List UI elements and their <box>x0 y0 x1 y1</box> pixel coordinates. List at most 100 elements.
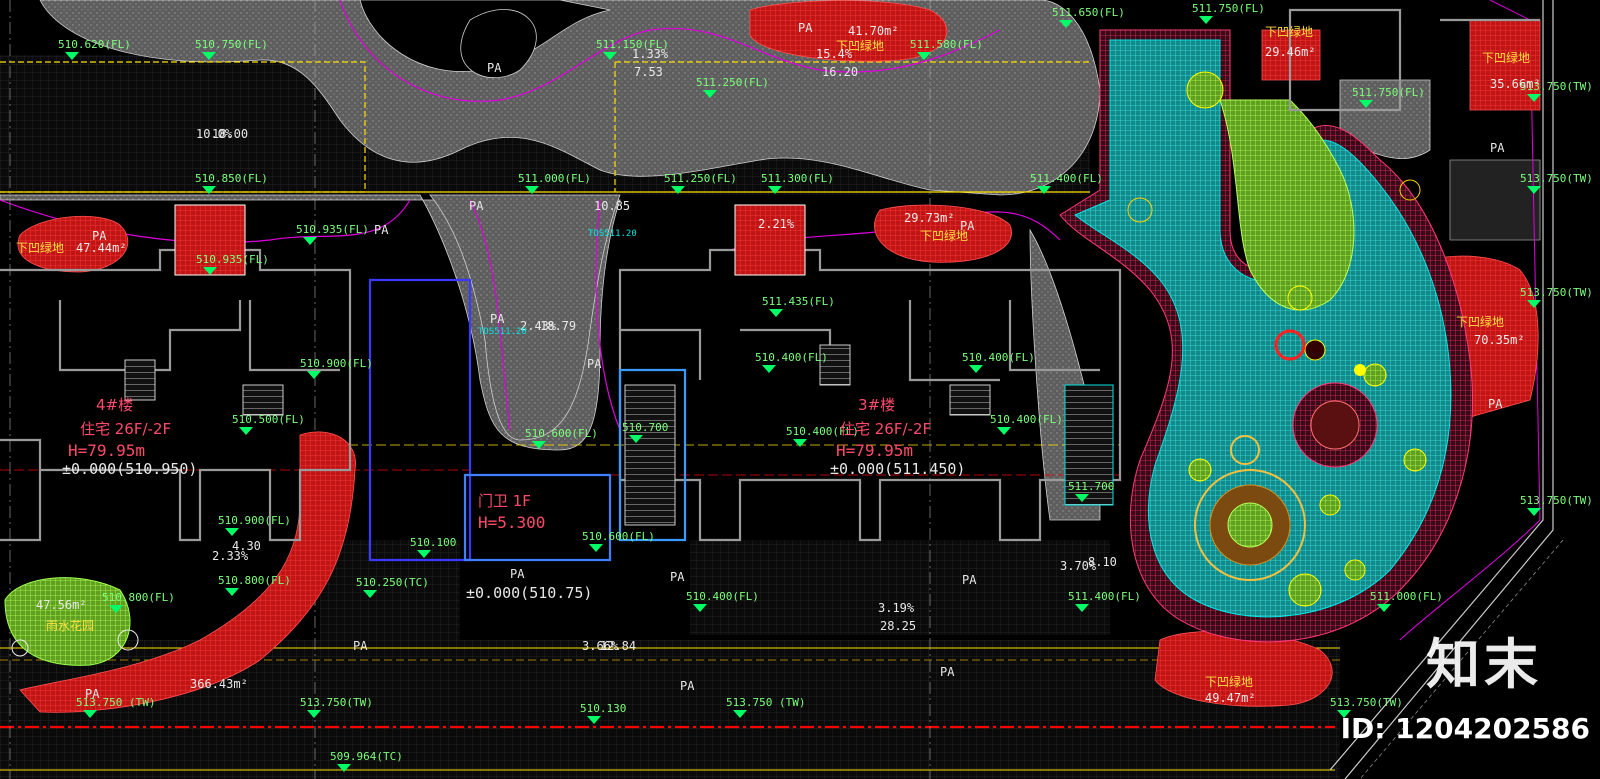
building-datum: ±0.000(511.450) <box>830 460 965 478</box>
area-value: 47.44m² <box>76 241 127 255</box>
elevation-label: 511.250(FL) <box>696 76 769 89</box>
elevation-label: 510.400(FL) <box>962 351 1035 364</box>
building-datum: ±0.000(510.950) <box>62 460 197 478</box>
area-value: 49.47m² <box>1205 691 1256 705</box>
slope-label: 7.53 <box>634 65 663 79</box>
elevation-marker-icon <box>225 588 239 596</box>
area-value: 29.73m² <box>904 211 955 225</box>
elevation-label: 513.750(TW) <box>1330 696 1403 709</box>
elevation-marker-icon <box>589 544 603 552</box>
elevation-label: 511.400(FL) <box>1030 172 1103 185</box>
building-datum: ±0.000(510.75) <box>466 584 592 602</box>
elevation-label: 510.600(FL) <box>525 427 598 440</box>
area-name: 下凹绿地 <box>1456 314 1504 329</box>
tos-label: TOS511.20 <box>588 229 637 239</box>
elevation-label: 511.000(FL) <box>518 172 591 185</box>
area-name: 下凹绿地 <box>1205 674 1253 689</box>
elevation-label: 510.935(FL) <box>196 253 269 266</box>
elevation-label: 513.750(TW) <box>1520 172 1593 185</box>
building-use: 住宅 26F/-2F <box>840 420 931 438</box>
elevation-label: 511.580(FL) <box>910 38 983 51</box>
elevation-label: 510.600(FL) <box>582 530 655 543</box>
elevation-label: 510.100 <box>410 536 456 549</box>
elevation-label: 510.750(FL) <box>195 38 268 51</box>
elevation-label: 511.250(FL) <box>664 172 737 185</box>
elevation-label: 510.800(FL) <box>218 574 291 587</box>
elevation-marker-icon <box>762 365 776 373</box>
pa-label: PA <box>587 357 602 371</box>
elevation-marker-icon <box>793 439 807 447</box>
pa-label: PA <box>85 687 100 701</box>
elevation-label: 510.400(FL) <box>990 413 1063 426</box>
pa-label: PA <box>510 567 525 581</box>
elevation-label: 510.900(FL) <box>218 514 291 527</box>
elevation-marker-icon <box>225 528 239 536</box>
area-name: 下凹绿地 <box>1265 24 1313 39</box>
elevation-label: 510.250(TC) <box>356 576 429 589</box>
watermark-id: ID: 1204202586 <box>1340 712 1590 745</box>
slope-label: 18.79 <box>540 319 576 333</box>
slope-label: 3.19% <box>878 601 915 615</box>
elevation-label: 511.400(FL) <box>1068 590 1141 603</box>
elevation-label: 510.800(FL) <box>102 591 175 604</box>
elevation-label: 511.700 <box>1068 480 1114 493</box>
building-height: H=5.300 <box>478 513 545 532</box>
pa-label: PA <box>670 570 685 584</box>
building-name: 3#楼 <box>858 396 895 414</box>
elevation-label: 511.000(FL) <box>1370 590 1443 603</box>
slope-label: 1.33% <box>632 47 669 61</box>
area-name: 下凹绿地 <box>16 240 64 255</box>
slope-label: 12.84 <box>600 639 636 653</box>
building-height: H=79.95m <box>68 441 145 460</box>
pa-label: PA <box>940 665 955 679</box>
elevation-marker-icon <box>997 427 1011 435</box>
elevation-label: 510.900(FL) <box>300 357 373 370</box>
elevation-marker-icon <box>969 365 983 373</box>
slope-label: 16.20 <box>822 65 858 79</box>
pa-label: PA <box>962 573 977 587</box>
building-use: 住宅 26F/-2F <box>80 420 171 438</box>
building-name: 门卫 1F <box>478 492 531 510</box>
area-name: 雨水花园 <box>46 618 94 633</box>
slope-label: 10.85 <box>594 199 630 213</box>
elevation-label: 509.964(TC) <box>330 750 403 763</box>
elevation-label: 513.750(TW) <box>300 696 373 709</box>
elevation-label: 513.750(TW) <box>1520 286 1593 299</box>
elevation-label: 513.750 (TW) <box>726 696 805 709</box>
tos-label: TOS511.20 <box>478 327 527 337</box>
slope-label: 15.4% <box>816 47 853 61</box>
pa-label: PA <box>680 679 695 693</box>
elevation-label: 510.850(FL) <box>195 172 268 185</box>
pa-label: PA <box>374 223 389 237</box>
watermark-brand: 知末 <box>1426 633 1542 696</box>
building-height: H=79.95m <box>836 441 913 460</box>
elevation-marker-icon <box>769 309 783 317</box>
elevation-label: 511.750(FL) <box>1192 2 1265 15</box>
elevation-label: 510.620(FL) <box>58 38 131 51</box>
area-value: 47.56m² <box>36 598 87 612</box>
elevation-label: 513.750(TW) <box>1520 494 1593 507</box>
building-name: 4#楼 <box>96 396 133 414</box>
pa-label: PA <box>798 21 813 35</box>
pa-label: PA <box>1488 397 1503 411</box>
elevation-label: 510.400(FL) <box>686 590 759 603</box>
area-value: 41.70m² <box>848 24 899 38</box>
cad-site-plan-viewport[interactable]: 510.620(FL) 510.750(FL) 511.150(FL) 511.… <box>0 0 1600 779</box>
elevation-label: 510.935(FL) <box>296 223 369 236</box>
area-value: 366.43m² <box>190 677 248 691</box>
elevation-marker-icon <box>239 427 253 435</box>
pa-label: PA <box>490 312 505 326</box>
elevation-label: 510.700 <box>622 421 668 434</box>
slope-label: 28.25 <box>880 619 916 633</box>
elevation-label: 511.750(FL) <box>1352 86 1425 99</box>
elevation-marker-icon <box>307 371 321 379</box>
slope-label: 8.10 <box>1088 555 1117 569</box>
elevation-label: 510.130 <box>580 702 626 715</box>
elevation-label: 511.300(FL) <box>761 172 834 185</box>
elevation-label: 510.500(FL) <box>232 413 305 426</box>
area-name: 下凹绿地 <box>920 228 968 243</box>
elevation-marker-icon <box>1199 16 1213 24</box>
area-value: 70.35m² <box>1474 333 1525 347</box>
elevation-marker-icon <box>1527 508 1541 516</box>
slope-label: 2.21% <box>758 217 795 231</box>
